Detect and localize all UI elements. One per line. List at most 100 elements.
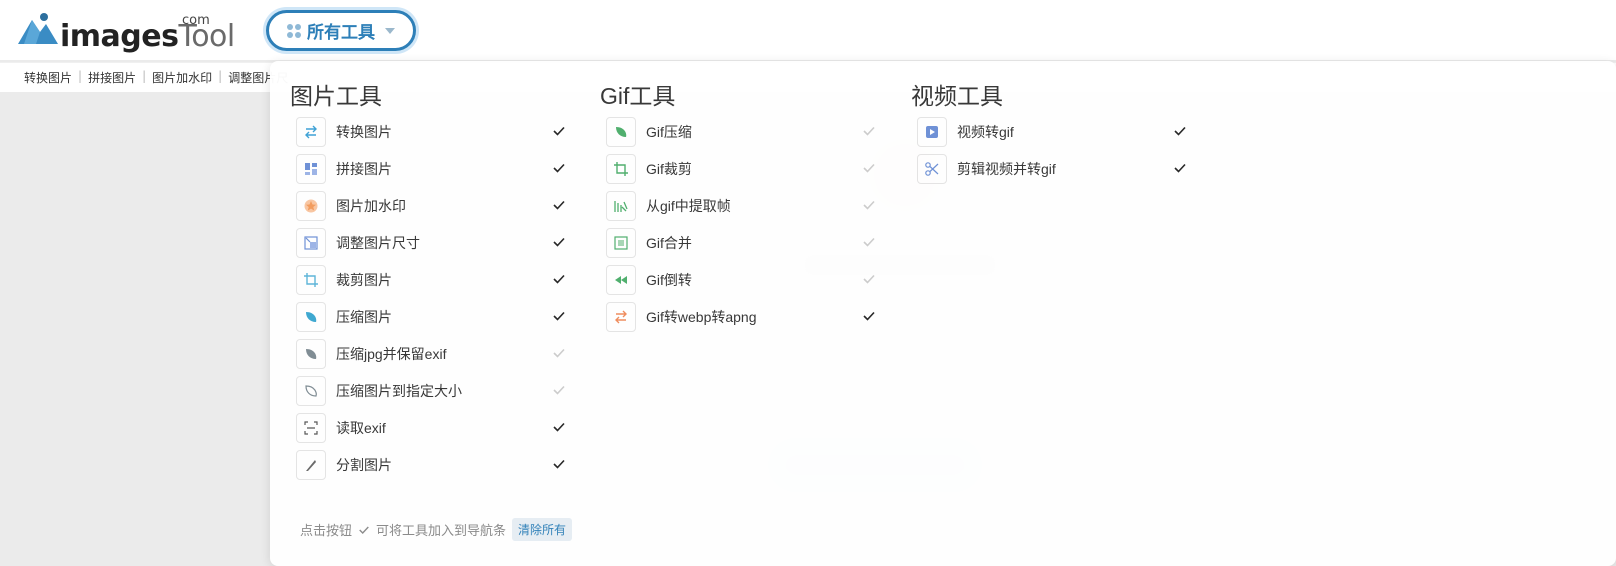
check-inactive-icon[interactable] [862, 271, 876, 285]
tool-item[interactable]: Gif裁剪 [600, 150, 890, 187]
tool-name: 转换图片 [336, 123, 392, 140]
check-inactive-icon[interactable] [862, 197, 876, 211]
check-icon[interactable] [552, 197, 566, 211]
tool-item[interactable]: 裁剪图片 [290, 261, 580, 298]
nav-separator: | [218, 69, 223, 83]
film-icon [606, 227, 636, 258]
leaf-green-icon [606, 116, 636, 147]
site-logo[interactable]: imagesTool com [18, 10, 235, 54]
nav-item[interactable]: 拼接图片 [88, 69, 136, 86]
tool-item[interactable]: 压缩jpg并保留exif [290, 335, 580, 372]
tool-name: Gif合并 [646, 234, 692, 251]
tool-item[interactable]: Gif倒转 [600, 261, 890, 298]
tool-name: Gif倒转 [646, 271, 692, 288]
tool-name: 裁剪图片 [336, 271, 392, 288]
nav-item[interactable]: 转换图片 [24, 69, 72, 86]
tool-name: Gif裁剪 [646, 160, 692, 177]
tool-name: 压缩图片到指定大小 [336, 382, 462, 399]
check-icon [359, 526, 369, 534]
check-icon[interactable] [862, 308, 876, 322]
quick-nav-items: 转换图片 | 拼接图片 | 图片加水印 | 调整图片尺 [24, 69, 288, 86]
clear-all-button[interactable]: 清除所有 [512, 518, 573, 541]
all-tools-label: 所有工具 [307, 23, 375, 42]
check-inactive-icon[interactable] [862, 234, 876, 248]
tool-item[interactable]: Gif压缩 [600, 113, 890, 150]
tool-name: 调整图片尺寸 [336, 234, 420, 251]
nav-separator: | [142, 69, 147, 83]
collage-icon [296, 153, 326, 184]
convert-arrows-icon [296, 116, 326, 147]
tool-item[interactable]: 图片加水印 [290, 187, 580, 224]
leaf-icon [296, 301, 326, 332]
tool-name: 剪辑视频并转gif [957, 160, 1056, 177]
column-image-tools: 图片工具转换图片拼接图片图片加水印调整图片尺寸 裁剪图片压缩图片压缩jpg并保留e… [290, 79, 580, 483]
column-title: Gif工具 [600, 83, 676, 109]
check-icon[interactable] [1173, 123, 1187, 137]
footer-hint-suffix: 可将工具加入到导航条 [376, 523, 507, 538]
check-icon[interactable] [552, 456, 566, 470]
leaf-gray-icon [296, 338, 326, 369]
check-icon[interactable] [552, 123, 566, 137]
column-video-tools: 视频工具视频转gif 剪辑视频并转gif [911, 79, 1201, 187]
grid-dots-icon [287, 23, 301, 38]
tool-item[interactable]: 调整图片尺寸 [290, 224, 580, 261]
tool-name: 读取exif [336, 419, 386, 436]
nav-separator: | [78, 69, 83, 83]
check-inactive-icon[interactable] [552, 345, 566, 359]
check-icon[interactable] [552, 308, 566, 322]
convert-orange-icon [606, 301, 636, 332]
frames-icon [606, 190, 636, 221]
tool-item[interactable]: 拼接图片 [290, 150, 580, 187]
column-title: 图片工具 [290, 83, 382, 109]
tool-name: 图片加水印 [336, 197, 406, 214]
crop-green-icon [606, 153, 636, 184]
header: imagesTool com 所有工具 [0, 0, 1616, 60]
check-icon[interactable] [552, 160, 566, 174]
tool-item[interactable]: 从gif中提取帧 [600, 187, 890, 224]
scan-icon [296, 412, 326, 443]
tool-item[interactable]: Gif转webp转apng [600, 298, 890, 335]
scissors-icon [917, 153, 947, 184]
nav-item[interactable]: 图片加水印 [152, 69, 212, 86]
check-icon[interactable] [552, 419, 566, 433]
tool-item[interactable]: 压缩图片到指定大小 [290, 372, 580, 409]
resize-icon [296, 227, 326, 258]
logo-images-text: images [60, 19, 179, 54]
check-inactive-icon[interactable] [552, 382, 566, 396]
tool-item[interactable]: 压缩图片 [290, 298, 580, 335]
tool-name: Gif压缩 [646, 123, 692, 140]
tool-name: 视频转gif [957, 123, 1014, 140]
knife-icon [296, 449, 326, 480]
check-icon[interactable] [1173, 160, 1187, 174]
tool-name: 拼接图片 [336, 160, 392, 177]
tool-item[interactable]: 视频转gif [911, 113, 1201, 150]
column-gif-tools: Gif工具 Gif压缩 Gif裁剪从gif中提取帧 Gif合并 Gif倒转 Gif转web… [600, 79, 890, 335]
check-icon[interactable] [552, 234, 566, 248]
play-icon [917, 116, 947, 147]
crop-icon [296, 264, 326, 295]
tool-name: 分割图片 [336, 456, 392, 473]
logo-com-text: com [182, 13, 210, 28]
all-tools-dropdown: 图片工具转换图片拼接图片图片加水印调整图片尺寸 裁剪图片压缩图片压缩jpg并保留e… [270, 61, 1616, 566]
check-icon[interactable] [552, 271, 566, 285]
rewind-icon [606, 264, 636, 295]
tool-item[interactable]: 剪辑视频并转gif [911, 150, 1201, 187]
tool-item[interactable]: Gif合并 [600, 224, 890, 261]
tool-name: Gif转webp转apng [646, 308, 757, 325]
star-badge-icon [296, 190, 326, 221]
leaf-outline-icon [296, 375, 326, 406]
tool-item[interactable]: 读取exif [290, 409, 580, 446]
dropdown-footer: 点击按钮 可将工具加入到导航条 清除所有 [300, 518, 573, 541]
all-tools-button[interactable]: 所有工具 [266, 10, 416, 51]
logo-mountain-icon [18, 13, 58, 44]
tool-name: 压缩jpg并保留exif [336, 345, 447, 362]
tool-item[interactable]: 转换图片 [290, 113, 580, 150]
check-inactive-icon[interactable] [862, 160, 876, 174]
caret-down-icon [385, 27, 395, 34]
column-title: 视频工具 [911, 83, 1003, 109]
tool-name: 压缩图片 [336, 308, 392, 325]
tool-name: 从gif中提取帧 [646, 197, 731, 214]
check-inactive-icon[interactable] [862, 123, 876, 137]
tool-item[interactable]: 分割图片 [290, 446, 580, 483]
footer-hint-prefix: 点击按钮 [300, 523, 353, 538]
